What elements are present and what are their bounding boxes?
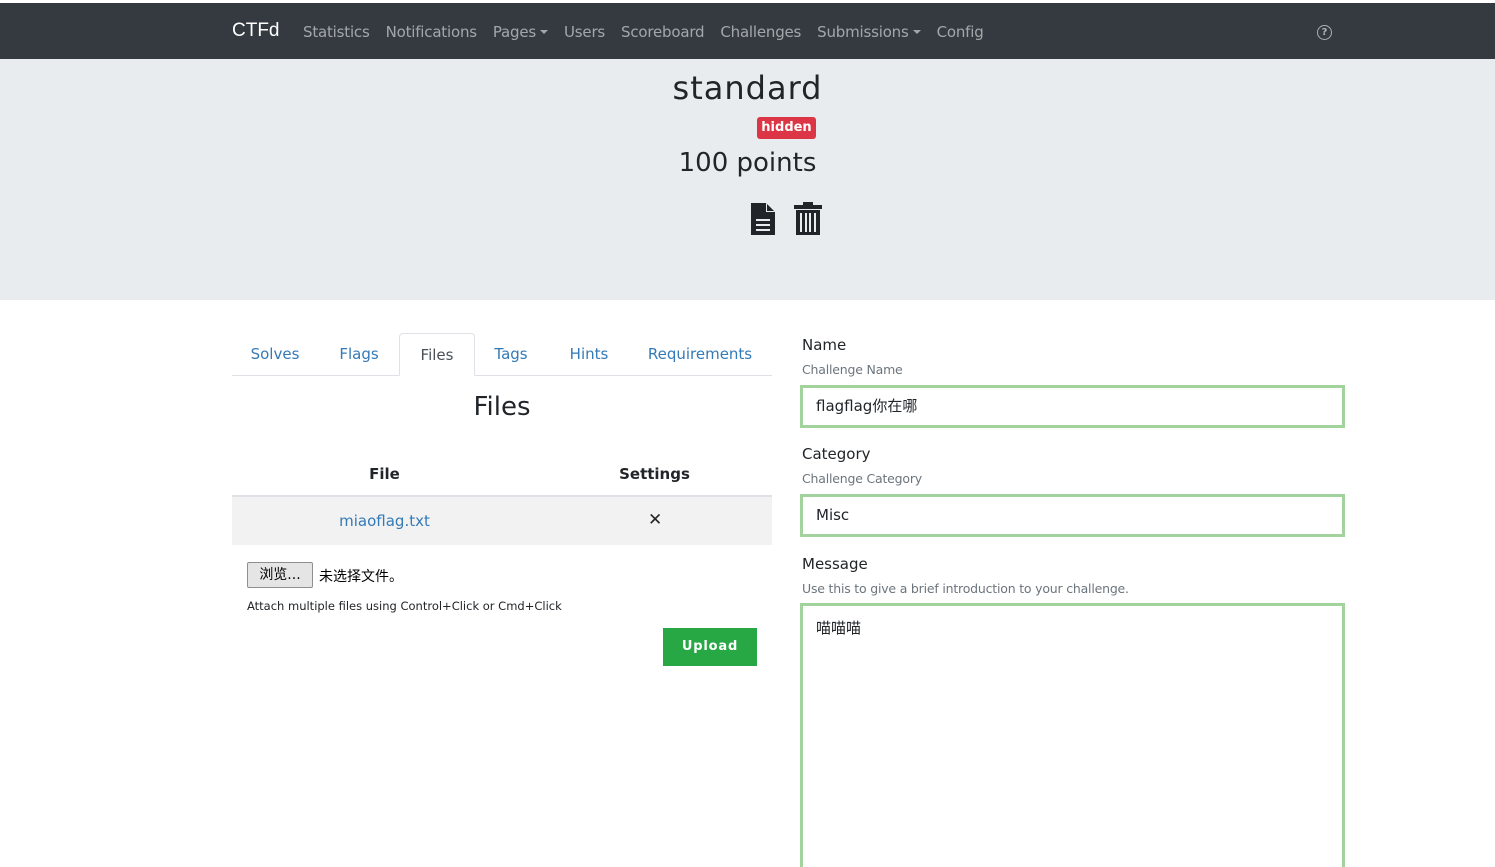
attach-help-text: Attach multiple files using Control+Clic… (247, 599, 562, 613)
message-help: Use this to give a brief introduction to… (802, 581, 1129, 596)
nav-pages-dropdown[interactable]: Pages (492, 23, 549, 41)
column-header-file: File (369, 465, 400, 483)
caret-down-icon (912, 30, 921, 34)
times-icon[interactable]: ✕ (648, 512, 662, 529)
challenge-tabs: Solves Flags Files Tags Hints Requiremen… (232, 333, 772, 376)
nav-label: Pages (492, 23, 537, 41)
nav-label: Users (564, 23, 606, 41)
upload-button[interactable]: Upload (663, 628, 757, 666)
challenge-header: standard hidden 100 points (0, 59, 1495, 300)
nav-items: Statistics Notifications Pages Users Sco… (303, 23, 1000, 41)
table-row: miaoflag.txt ✕ (232, 497, 772, 545)
nav-label: Statistics (303, 23, 370, 41)
nav-label: Notifications (385, 23, 477, 41)
category-help: Challenge Category (802, 471, 922, 486)
tab-hints[interactable]: Hints (552, 333, 626, 374)
file-link[interactable]: miaoflag.txt (232, 512, 537, 530)
challenge-points: 100 points (678, 148, 817, 178)
tab-solves[interactable]: Solves (232, 333, 318, 374)
tab-flags[interactable]: Flags (318, 333, 400, 374)
nav-statistics[interactable]: Statistics (303, 23, 370, 41)
navbar: CTFd Statistics Notifications Pages User… (0, 3, 1495, 59)
caret-down-icon (540, 30, 549, 34)
tab-requirements[interactable]: Requirements (636, 333, 764, 374)
file-text-icon[interactable] (750, 202, 776, 240)
nav-submissions-dropdown[interactable]: Submissions (817, 23, 921, 41)
nav-challenges[interactable]: Challenges (720, 23, 801, 41)
hidden-badge: hidden (757, 117, 816, 139)
name-help: Challenge Name (802, 362, 903, 377)
browse-button[interactable]: 浏览... (247, 562, 313, 588)
question-circle-icon[interactable]: ? (1317, 25, 1332, 40)
name-label: Name (802, 336, 847, 354)
no-file-selected-label: 未选择文件。 (319, 569, 403, 585)
nav-label: Scoreboard (621, 23, 705, 41)
message-textarea[interactable]: 喵喵喵 (800, 603, 1345, 867)
nav-notifications[interactable]: Notifications (386, 23, 477, 41)
category-label: Category (802, 445, 871, 463)
nav-label: Challenges (720, 23, 802, 41)
message-label: Message (802, 555, 868, 573)
column-header-settings: Settings (619, 465, 690, 483)
tab-files[interactable]: Files (399, 333, 475, 376)
brand-logo[interactable]: CTFd (232, 20, 280, 42)
challenge-title: standard (672, 69, 823, 107)
tab-tags[interactable]: Tags (476, 333, 546, 374)
category-input[interactable]: Misc (800, 494, 1345, 537)
nav-scoreboard[interactable]: Scoreboard (621, 23, 705, 41)
nav-config[interactable]: Config (937, 23, 984, 41)
nav-label: Config (936, 23, 984, 41)
files-heading: Files (473, 392, 531, 422)
nav-users[interactable]: Users (564, 23, 605, 41)
trash-icon[interactable] (794, 202, 822, 240)
name-input[interactable]: flagflag你在哪 (800, 385, 1345, 428)
nav-label: Submissions (817, 23, 909, 41)
